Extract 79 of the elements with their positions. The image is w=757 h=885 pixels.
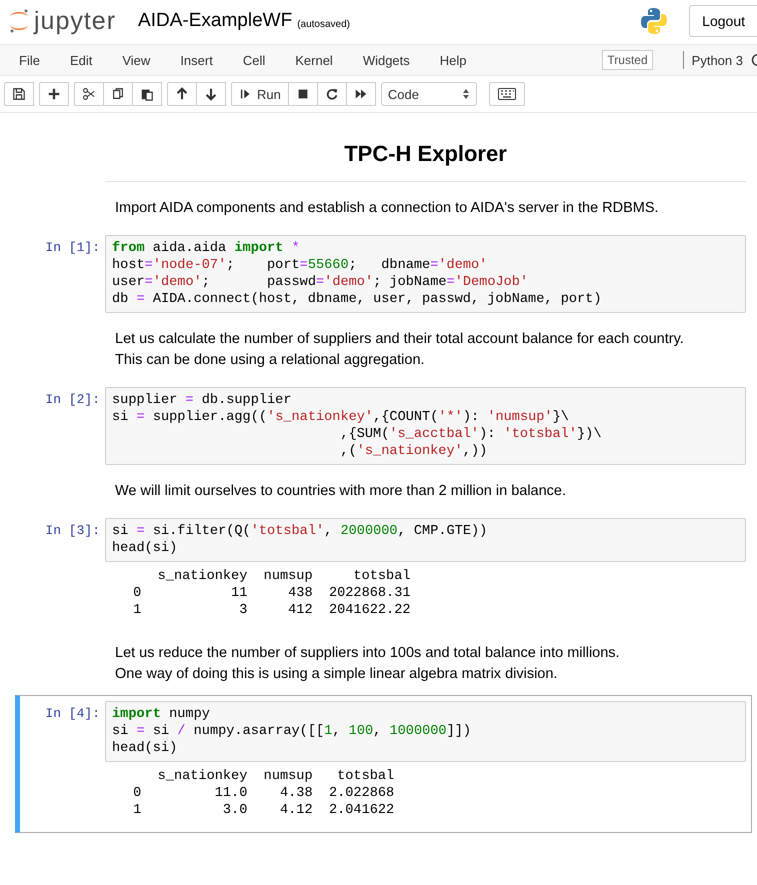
code-line: si = supplier.agg(('s_nationkey',{COUNT('*'): 'numsup'}\ (112, 409, 570, 426)
menu-item[interactable]: Cell (230, 52, 278, 68)
logo-text[interactable]: jupyter (34, 6, 116, 36)
code-line: from aida.aida import * (112, 240, 301, 257)
up-arrow-button[interactable] (167, 82, 197, 106)
paste-button[interactable] (132, 82, 162, 106)
up-arrow-icon (175, 87, 189, 101)
plus-icon (47, 87, 61, 101)
output-line: 0 11 438 2022868.31 (132, 585, 412, 602)
output-line: s_nationkey numsup totsbal (156, 768, 396, 785)
code-cell[interactable]: In [2]: supplier = db.supplier si = supplier.agg(('s_nationkey',{COUNT('*'): 'numsup'}\ ,{SUM('s_acctbal'): 'totsbal'})\ ,('s_nationkey',)) (15, 381, 752, 471)
markdown-text: We will limit ourselves to countries with more than 2 million in balance. (115, 482, 568, 501)
code-line: supplier = db.supplier (112, 392, 292, 409)
code-cell[interactable]: In [3]: si = si.filter(Q('totsbal', 2000000, CMP.GTE)) head(si) s_nationkey numsup totsbal 0 11 438 2022868.31 1 3 412 2041622.22 (15, 512, 752, 633)
menu-item[interactable]: File (6, 52, 53, 68)
markdown-text: Import AIDA components and establish a connection to AIDA's server in the RDBMS. (115, 199, 660, 218)
down-arrow-button[interactable] (196, 82, 226, 106)
input-prompt: In [2]: (44, 391, 101, 409)
dropdown-arrows-icon (462, 88, 470, 100)
restart-button[interactable] (316, 82, 347, 106)
output-line: 1 3.0 4.12 2.041622 (132, 802, 396, 819)
notebook-heading: TPC-H Explorer (105, 137, 746, 182)
code-line: ,('s_nationkey',)) (339, 443, 488, 460)
fast-forward-icon (354, 87, 368, 101)
code-line: head(si) (112, 540, 178, 557)
code-line: head(si) (112, 740, 178, 757)
code-editor[interactable]: import numpy si = si / numpy.asarray([[1, 100, 1000000]]) head(si) (105, 701, 746, 762)
code-line: db = AIDA.connect(host, dbname, user, passwd, jobName, port) (112, 291, 602, 308)
run-button[interactable]: Run (231, 82, 289, 106)
code-line: host='node-07'; port=55660; dbname='demo' (112, 257, 488, 274)
python-logo-icon (639, 6, 670, 36)
code-editor[interactable]: from aida.aida import * host='node-07'; port=55660; dbname='demo' user='demo'; passwd='demo'; jobName='DemoJob' db = AIDA.connect(host, dbname, user, passwd, jobName, port) (105, 235, 746, 313)
code-editor[interactable]: si = si.filter(Q('totsbal', 2000000, CMP.GTE)) head(si) (105, 518, 746, 562)
save-button[interactable] (4, 82, 34, 106)
menu-item[interactable]: View (109, 52, 164, 68)
menu-item[interactable]: Help (426, 52, 480, 68)
menu-item[interactable]: Edit (56, 52, 106, 68)
menu-item[interactable]: Insert (167, 52, 226, 68)
notebook-title[interactable]: AIDA-ExampleWF (138, 10, 292, 32)
markdown-text: One way of doing this is using a simple linear algebra matrix division. (115, 665, 558, 684)
stop-icon (296, 87, 310, 101)
keyboard-button[interactable] (488, 82, 525, 106)
paste-icon (140, 87, 154, 101)
output-line: 0 11.0 4.38 2.022868 (132, 785, 396, 802)
code-editor[interactable]: supplier = db.supplier si = supplier.agg(('s_nationkey',{COUNT('*'): 'numsup'}\ ,{SUM('s_acctbal'): 'totsbal'})\ ,('s_nationkey',)) (105, 387, 746, 465)
output-line: 1 3 412 2041622.22 (132, 602, 412, 619)
output-line: s_nationkey numsup totsbal (156, 568, 412, 585)
logout-button[interactable]: Logout (689, 5, 757, 37)
code-line: user='demo'; passwd='demo'; jobName='DemoJob' (112, 274, 530, 291)
jupyter-logo-icon (8, 8, 30, 34)
kernel-name[interactable]: Python 3 (692, 52, 743, 68)
cell-type-dropdown[interactable]: Code (380, 82, 477, 106)
autosave-status: (autosaved) (297, 18, 350, 30)
keyboard-icon (498, 88, 516, 100)
scissors-button[interactable] (74, 82, 104, 106)
code-cell[interactable]: In [1]: from aida.aida import * host='node-07'; port=55660; dbname='demo' user='demo'; passwd='demo'; jobName='DemoJob' db = AIDA.connect(host, dbname, user, passwd, jobName, port) (15, 229, 752, 319)
down-arrow-icon (204, 87, 218, 101)
restart-icon (324, 87, 339, 101)
code-line: import numpy (112, 706, 211, 723)
trusted-indicator[interactable]: Trusted (602, 50, 653, 70)
input-prompt: In [1]: (44, 239, 101, 257)
code-line: ,{SUM('s_acctbal'): 'totsbal'})\ (339, 426, 602, 443)
markdown-text: Let us reduce the number of suppliers into 100s and total balance into millions. (115, 644, 621, 663)
input-prompt: In [4]: (44, 705, 101, 723)
menu-item[interactable]: Kernel (282, 52, 346, 68)
stop-button[interactable] (288, 82, 318, 106)
copy-button[interactable] (103, 82, 133, 106)
markdown-text: This can be done using a relational aggregation. (115, 351, 426, 370)
scissors-icon (82, 87, 96, 101)
input-prompt: In [3]: (44, 522, 101, 540)
plus-button[interactable] (39, 82, 69, 106)
menu-item[interactable]: Widgets (350, 52, 423, 68)
save-icon (12, 87, 26, 101)
code-line: si = si / numpy.asarray([[1, 100, 1000000]]) (112, 723, 472, 740)
fast-forward-button[interactable] (346, 82, 376, 106)
copy-icon (111, 87, 125, 101)
markdown-text: Let us calculate the number of suppliers and their total account balance for each country. (115, 330, 685, 349)
code-line: si = si.filter(Q('totsbal', 2000000, CMP.GTE)) (112, 523, 488, 540)
selected-cell[interactable]: In [4]: import numpy si = si / numpy.asarray([[1, 100, 1000000]]) head(si) s_nationkey numsup totsbal 0 11.0 4.38 2.022868 1 3.0 4.12 2.041622 (15, 695, 752, 833)
